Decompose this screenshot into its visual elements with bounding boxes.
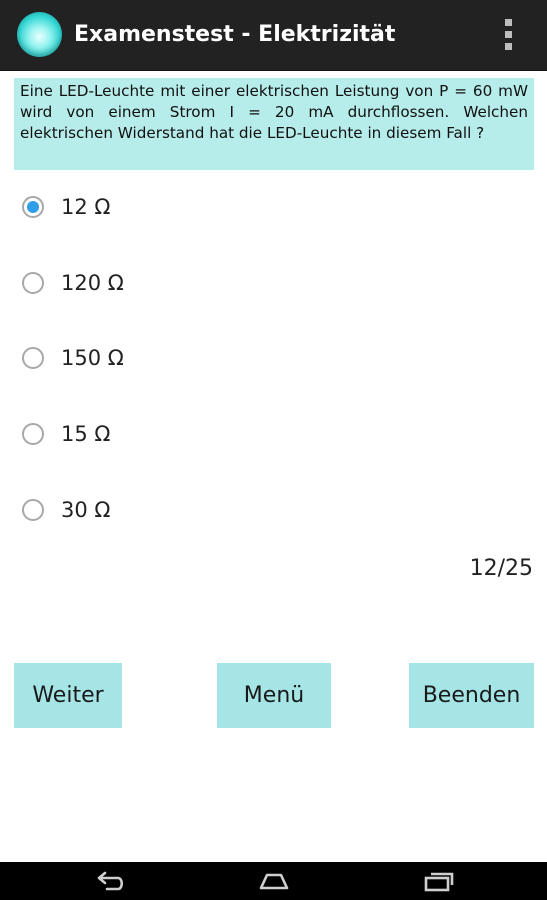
radio-button[interactable] [22,423,44,445]
quit-button[interactable]: Beenden [409,663,534,728]
navigation-bar [0,862,547,900]
menu-dot [505,31,512,38]
home-icon[interactable] [249,866,299,896]
answer-label: 15 Ω [61,422,111,446]
radio-button[interactable] [22,347,44,369]
radio-button[interactable] [22,272,44,294]
app-bulb-icon[interactable] [17,12,62,57]
next-button[interactable]: Weiter [14,663,122,728]
back-icon[interactable] [85,866,135,896]
menu-dot [505,19,512,26]
answer-label: 12 Ω [61,195,111,219]
recent-apps-icon[interactable] [415,866,465,896]
answer-label: 120 Ω [61,271,124,295]
answer-option-3[interactable]: 150 Ω [22,344,322,374]
menu-button[interactable]: Menü [217,663,331,728]
action-bar: Examenstest - Elektrizität [0,0,547,71]
answer-label: 30 Ω [61,498,111,522]
radio-button-checked[interactable] [22,196,44,218]
question-text: Eine LED-Leuchte mit einer elektrischen … [14,78,534,170]
menu-dot [505,43,512,50]
answer-option-2[interactable]: 120 Ω [22,269,322,299]
question-counter: 12/25 [469,556,533,581]
answer-label: 150 Ω [61,346,124,370]
answer-option-1[interactable]: 12 Ω [22,193,322,223]
radio-dot [27,201,39,213]
overflow-menu-icon[interactable] [496,16,522,54]
quiz-screen: Examenstest - Elektrizität Eine LED-Leuc… [0,0,547,900]
radio-button[interactable] [22,499,44,521]
answer-option-4[interactable]: 15 Ω [22,420,322,450]
answer-option-5[interactable]: 30 Ω [22,496,322,526]
app-title: Examenstest - Elektrizität [74,22,396,47]
